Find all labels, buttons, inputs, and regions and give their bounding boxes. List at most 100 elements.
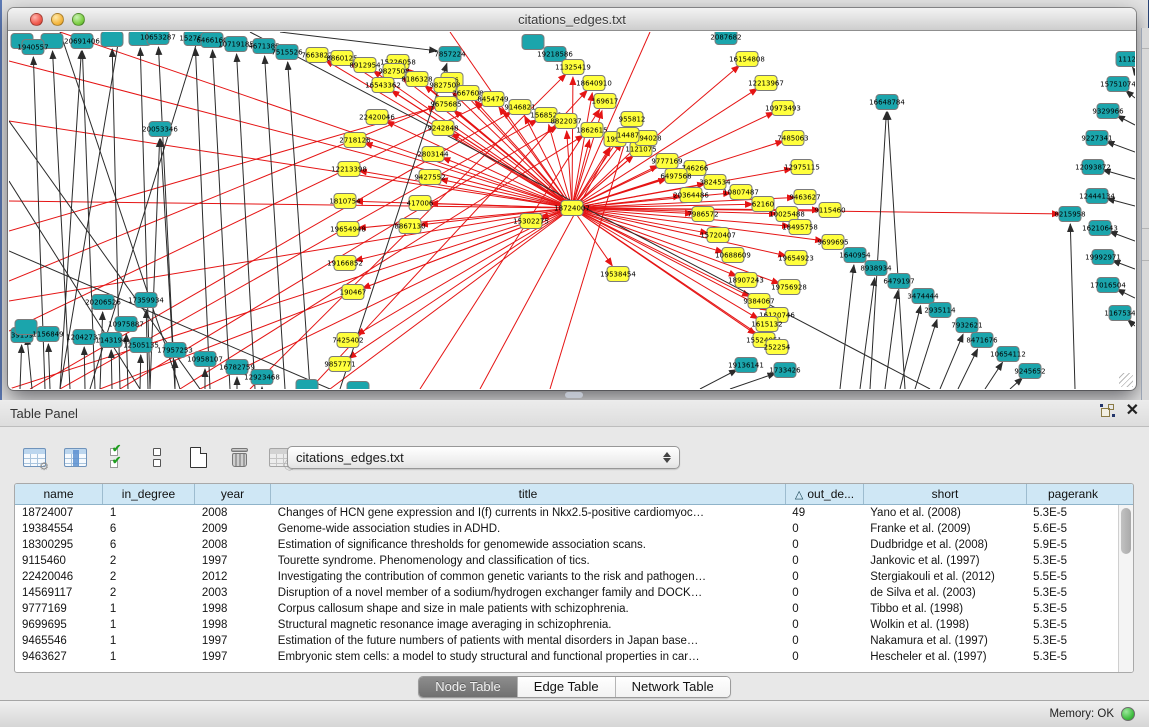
graph-node[interactable]: 955812 bbox=[619, 112, 646, 127]
graph-node[interactable]: 1167534 bbox=[1104, 306, 1135, 321]
graph-node[interactable]: 2935114 bbox=[924, 303, 956, 318]
graph-node[interactable]: 9427552 bbox=[414, 170, 445, 185]
table-row[interactable]: 977716911998Corpus callosum shape and si… bbox=[15, 601, 1118, 617]
graph-node[interactable]: 12093872 bbox=[1075, 160, 1111, 175]
column-header-name[interactable]: name bbox=[15, 484, 103, 504]
graph-node[interactable]: 19756928 bbox=[771, 280, 807, 295]
delete-columns-button[interactable] bbox=[225, 444, 253, 470]
column-header-pagerank[interactable]: pagerank bbox=[1027, 484, 1119, 504]
graph-node[interactable]: 19654948 bbox=[330, 222, 366, 237]
graph-node[interactable]: 9242848 bbox=[427, 121, 458, 136]
graph-node[interactable]: 9675685 bbox=[430, 97, 461, 112]
graph-node[interactable]: 9384067 bbox=[743, 294, 774, 309]
graph-node[interactable] bbox=[347, 382, 369, 390]
graph-node[interactable]: 6479197 bbox=[883, 274, 914, 289]
graph-node[interactable]: 7932621 bbox=[951, 318, 982, 333]
table-row[interactable]: 1830029562008Estimation of significance … bbox=[15, 537, 1118, 553]
graph-node[interactable]: 8912954 bbox=[349, 58, 381, 73]
close-window-button[interactable] bbox=[30, 13, 43, 26]
table-row[interactable]: 2242004622012Investigating the contribut… bbox=[15, 569, 1118, 585]
graph-node[interactable]: 417006 bbox=[407, 196, 434, 211]
graph-node[interactable]: 15302275 bbox=[513, 214, 549, 229]
table-scrollbar[interactable] bbox=[1118, 505, 1133, 672]
unselect-all-columns-button[interactable] bbox=[143, 444, 171, 470]
graph-node[interactable]: 2718126 bbox=[339, 133, 371, 148]
graph-node[interactable] bbox=[101, 32, 123, 47]
graph-node[interactable]: 17016504 bbox=[1090, 278, 1126, 293]
graph-node[interactable]: 7857224 bbox=[434, 47, 466, 62]
graph-node[interactable]: 16210643 bbox=[1082, 221, 1118, 236]
table-row[interactable]: 911546021997Tourette syndrome. Phenomeno… bbox=[15, 553, 1118, 569]
graph-node[interactable]: 19538454 bbox=[600, 267, 636, 282]
column-header-out_de[interactable]: △out_de... bbox=[786, 484, 864, 504]
graph-node[interactable] bbox=[522, 35, 544, 50]
resize-grip-icon[interactable] bbox=[1119, 373, 1133, 387]
graph-node[interactable]: 1862615 bbox=[576, 123, 607, 138]
graph-node[interactable]: 12444134 bbox=[1079, 189, 1115, 204]
table-row[interactable]: 1872400712008Changes of HCN gene express… bbox=[15, 505, 1118, 521]
graph-node[interactable]: 9777169 bbox=[651, 154, 682, 169]
graph-node[interactable] bbox=[296, 380, 318, 390]
graph-node[interactable]: 1156849 bbox=[32, 327, 63, 342]
graph-node[interactable]: 10688609 bbox=[715, 248, 751, 263]
table-row[interactable]: 1938455462009Genome-wide association stu… bbox=[15, 521, 1118, 537]
column-header-year[interactable]: year bbox=[195, 484, 271, 504]
graph-node[interactable]: 9227341 bbox=[1081, 131, 1112, 146]
table-row[interactable]: 1456911722003Disruption of a novel membe… bbox=[15, 585, 1118, 601]
graph-node[interactable]: 7425402 bbox=[332, 333, 363, 348]
graph-node[interactable]: 8938934 bbox=[860, 261, 892, 276]
graph-node[interactable]: 19136141 bbox=[728, 358, 764, 373]
graph-node[interactable]: 15720407 bbox=[700, 228, 736, 243]
graph-node[interactable]: 9329966 bbox=[1092, 104, 1124, 119]
graph-node[interactable]: 190467 bbox=[340, 285, 367, 300]
graph-node[interactable]: 3474444 bbox=[907, 289, 939, 304]
graph-node[interactable]: 1640954 bbox=[839, 248, 871, 263]
network-canvas[interactable]: 1940557206914061065328715276026466160107… bbox=[9, 32, 1135, 389]
graph-node[interactable]: 17359934 bbox=[128, 293, 164, 308]
float-panel-button[interactable] bbox=[1101, 404, 1114, 417]
graph-node[interactable]: 9115460 bbox=[814, 203, 845, 218]
graph-node[interactable]: 1615132 bbox=[751, 317, 782, 332]
graph-node[interactable]: 169617 bbox=[592, 94, 619, 109]
table-row[interactable]: 946362711997Embryonic stem cells: a mode… bbox=[15, 649, 1118, 665]
graph-node[interactable]: 19992971 bbox=[1085, 250, 1121, 265]
select-all-columns-button[interactable]: ✔ ✔ bbox=[102, 444, 130, 470]
graph-node[interactable]: 7515526 bbox=[271, 45, 303, 60]
network-canvas-container[interactable]: 1940557206914061065328715276026466160107… bbox=[9, 32, 1135, 389]
graph-node[interactable]: 1112 bbox=[1116, 52, 1135, 67]
column-header-short[interactable]: short bbox=[864, 484, 1027, 504]
graph-node[interactable]: 9699695 bbox=[817, 235, 848, 250]
graph-node[interactable]: 12923468 bbox=[244, 370, 280, 385]
graph-node[interactable]: 8471676 bbox=[966, 333, 998, 348]
graph-node[interactable]: 18640910 bbox=[576, 76, 612, 91]
graph-node[interactable]: 16154808 bbox=[729, 52, 765, 67]
table-mode-button[interactable]: ⚙ bbox=[20, 444, 48, 470]
graph-node[interactable]: 8215958 bbox=[1054, 207, 1085, 222]
memory-status-indicator[interactable] bbox=[1121, 707, 1135, 721]
graph-node[interactable]: 20053346 bbox=[142, 122, 178, 137]
graph-node[interactable]: 10975887 bbox=[108, 317, 144, 332]
close-panel-button[interactable]: ✕ bbox=[1126, 404, 1139, 417]
graph-node[interactable]: 1940557 bbox=[17, 40, 48, 55]
network-window[interactable]: citations_edges.txt 19405572069140610653… bbox=[8, 8, 1136, 390]
graph-node[interactable]: 22420046 bbox=[359, 110, 395, 125]
graph-node[interactable]: 9463627 bbox=[789, 190, 820, 205]
graph-node[interactable]: 16648784 bbox=[869, 95, 905, 110]
graph-node[interactable]: 19166852 bbox=[327, 256, 363, 271]
graph-node[interactable]: 20364486 bbox=[673, 188, 709, 203]
table-row[interactable]: 969969511998Structural magnetic resonanc… bbox=[15, 617, 1118, 633]
minimize-window-button[interactable] bbox=[51, 13, 64, 26]
graph-node[interactable]: 9245652 bbox=[1014, 364, 1045, 379]
column-header-title[interactable]: title bbox=[271, 484, 786, 504]
graph-node[interactable]: 19654923 bbox=[778, 251, 814, 266]
graph-node[interactable]: 9857771 bbox=[324, 357, 355, 372]
graph-node[interactable]: 8186328 bbox=[401, 72, 432, 87]
tab-edge-table[interactable]: Edge Table bbox=[518, 677, 616, 697]
graph-node[interactable]: 14487 bbox=[617, 128, 639, 143]
graph-node[interactable]: 1810754 bbox=[329, 194, 361, 209]
table-selector-dropdown[interactable]: citations_edges.txt bbox=[287, 446, 680, 469]
create-column-button[interactable] bbox=[184, 444, 212, 470]
graph-node[interactable]: 10654112 bbox=[990, 347, 1026, 362]
graph-node[interactable]: 1733426 bbox=[769, 363, 801, 378]
scrollbar-thumb[interactable] bbox=[1121, 508, 1131, 554]
